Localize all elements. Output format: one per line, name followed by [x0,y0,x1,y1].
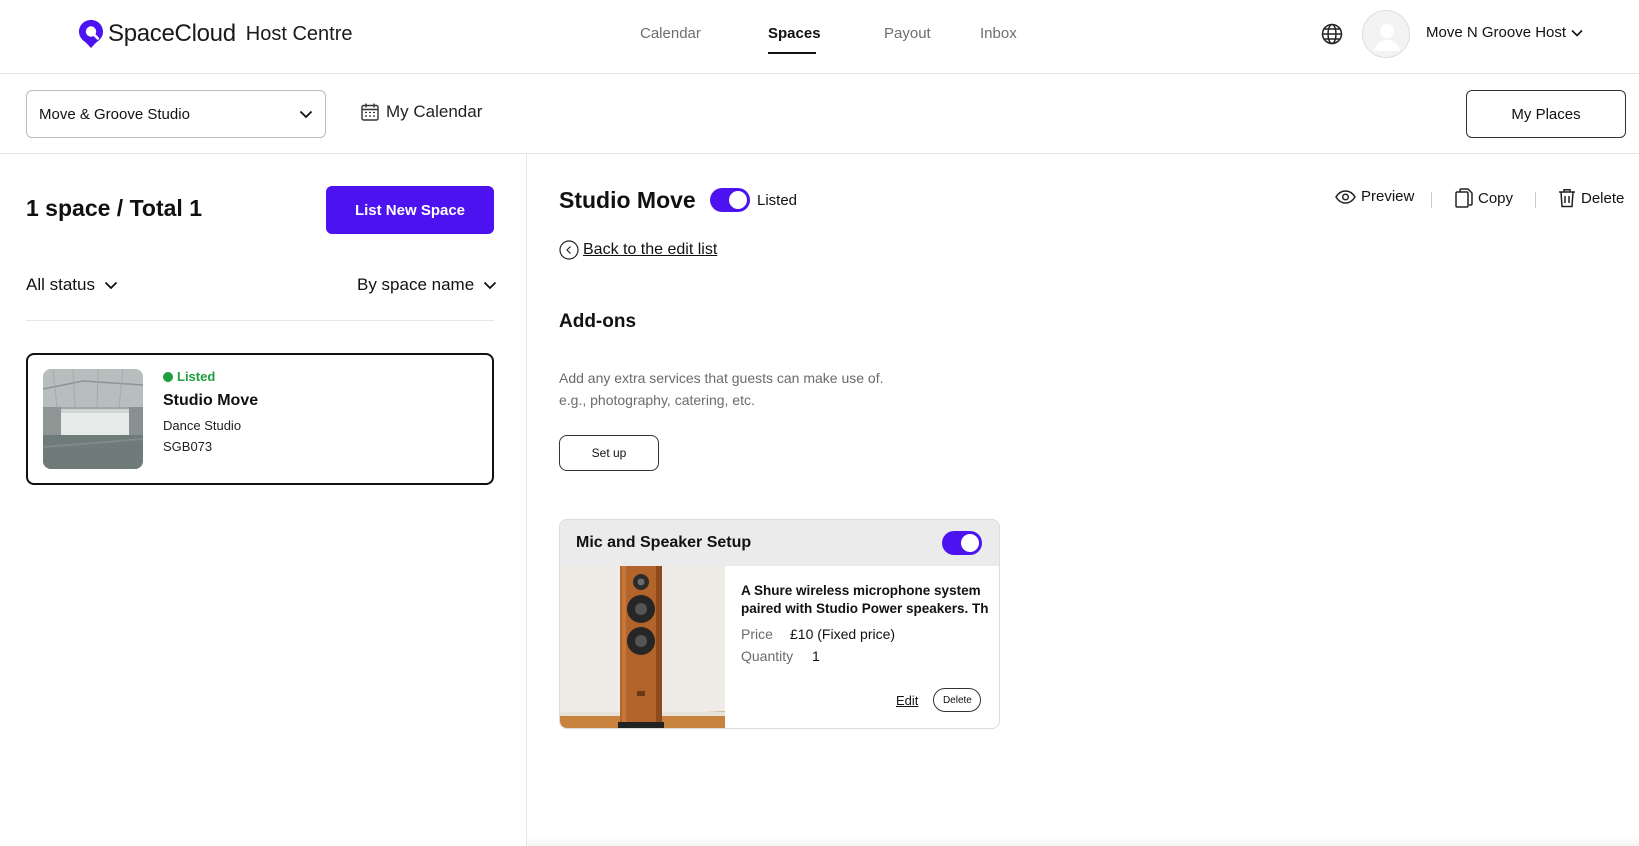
bottom-shadow [527,836,1639,846]
status-dot [163,371,173,382]
preview-label: Preview [1361,188,1415,205]
location-pin-logo-icon [79,20,103,48]
setup-addons-button[interactable]: Set up [559,435,659,471]
addons-description: Add any extra services that guests can m… [559,367,959,411]
space-code: SGB073 [163,439,213,454]
user-name: Move N Groove Host [1426,24,1567,41]
listed-label: Listed [757,192,798,209]
sort-filter[interactable]: By space name [357,275,497,295]
my-places-button[interactable]: My Places [1466,90,1626,138]
space-name: Studio Move [163,392,259,409]
chevron-down-icon [299,110,313,118]
globe-icon[interactable] [1321,23,1343,45]
copy-button[interactable]: Copy [1455,188,1513,208]
addons-heading: Add-ons [559,311,637,332]
chevron-down-icon [1571,29,1583,37]
divider [26,320,494,321]
space-selector-value: Move & Groove Studio [39,105,190,123]
copy-label: Copy [1478,189,1514,207]
addon-enabled-toggle[interactable] [942,531,982,555]
tab-inbox[interactable]: Inbox [980,0,1017,74]
top-nav: SpaceCloud Host Centre Calendar Spaces P… [0,0,1639,74]
status-filter-label: All status [26,275,95,294]
addon-card-header: Mic and Speaker Setup [560,520,999,566]
delete-label: Delete [1581,189,1625,207]
back-link-label: Back to the edit list [583,241,718,258]
status-badge: Listed [163,369,258,384]
trash-icon [1559,189,1575,208]
chevron-down-icon [104,281,118,289]
page-title: Studio Move [559,187,696,213]
divider [1535,192,1536,208]
main-tabs: Calendar Spaces Payout Inbox [640,0,1017,74]
space-card[interactable]: Listed Studio Move Dance Studio SGB073 [26,353,494,485]
space-thumbnail [43,369,143,469]
eye-icon [1335,189,1356,204]
addons-description-line: Add any extra services that guests can m… [559,370,884,386]
sort-filter-label: By space name [357,275,475,294]
my-calendar-link[interactable]: My Calendar [360,102,482,122]
quantity-label: Quantity [741,648,794,664]
preview-button[interactable]: Preview [1335,188,1414,205]
listed-toggle[interactable] [710,188,750,212]
brand-name: SpaceCloud [108,20,236,47]
sub-toolbar: Move & Groove Studio My Calendar My Plac… [0,74,1639,154]
section-name: Host Centre [245,22,353,45]
delete-addon-button[interactable]: Delete [933,688,982,712]
addon-card: Mic and Speaker Setup A Shure wireless m… [559,519,1000,729]
space-type: Dance Studio [163,418,242,433]
my-calendar-label: My Calendar [386,102,483,121]
tab-spaces[interactable]: Spaces [768,0,884,74]
space-count: 1 space / Total 1 [26,195,202,221]
space-selector[interactable]: Move & Groove Studio [26,90,326,138]
price-label: Price [741,626,773,642]
user-menu[interactable]: Move N Groove Host [1426,24,1583,41]
divider [1431,192,1432,208]
status-filter[interactable]: All status [26,275,118,295]
addon-quantity-row: Quantity 1 [741,648,991,664]
spaces-list-panel: 1 space / Total 1 List New Space All sta… [0,154,527,846]
addon-name: Mic and Speaker Setup [576,534,752,551]
tab-calendar[interactable]: Calendar [640,0,768,74]
avatar[interactable] [1362,10,1410,58]
quantity-value: 1 [812,648,820,664]
tab-payout[interactable]: Payout [884,0,980,74]
space-card-info: Listed Studio Move Dance Studio SGB073 [163,369,258,454]
list-new-space-button[interactable]: List New Space [326,186,494,234]
addon-description: A Shure wireless microphone system paire… [741,583,989,616]
chevron-down-icon [484,281,497,289]
addon-actions: Edit Delete [896,688,982,712]
back-to-edit-list-link[interactable]: Back to the edit list [559,240,717,260]
price-value: £10 (Fixed price) [790,626,896,642]
addon-price-row: Price £10 (Fixed price) [741,626,991,642]
copy-icon [1455,188,1473,208]
chevron-left-circle-icon [559,240,579,260]
user-silhouette-icon [1374,24,1400,51]
delete-space-button[interactable]: Delete [1558,188,1624,208]
addons-description-example: e.g., photography, catering, etc. [559,392,755,408]
status-label: Listed [177,369,216,384]
addon-details: A Shure wireless microphone system paire… [741,582,991,664]
calendar-icon [361,103,379,121]
speaker-image [560,566,725,728]
brand-logo[interactable]: SpaceCloud Host Centre [77,19,352,49]
space-detail-panel: Studio Move Listed Preview Copy Delete B… [527,154,1639,846]
edit-addon-link[interactable]: Edit [896,693,918,708]
